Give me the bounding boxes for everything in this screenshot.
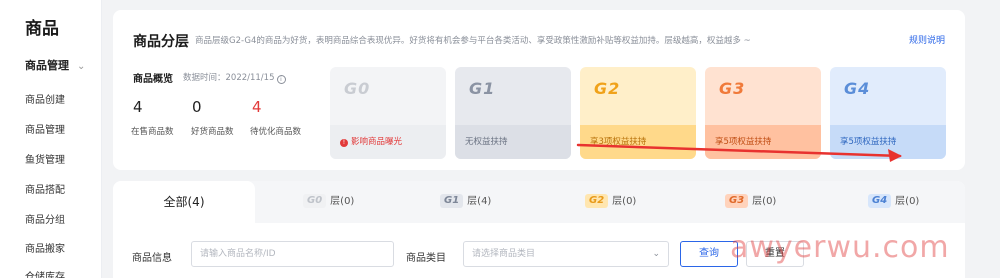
overview-time-text: 数据时间：2022/11/15 bbox=[183, 73, 275, 83]
tier-tabs: 全部(4) G0 层(0) G1 层(4) G2 层(0) G3 层(0) G4 层(0) bbox=[113, 181, 965, 223]
chevron-down-icon: ⌄ bbox=[652, 249, 660, 259]
tier-card-g3[interactable]: G3 享5项权益扶持 bbox=[705, 67, 821, 159]
sidebar-title: 商品 bbox=[25, 19, 59, 39]
tab-badge: G4 bbox=[868, 194, 892, 208]
tab-badge: G2 bbox=[585, 194, 609, 208]
sidebar-item-bundle[interactable]: 商品搭配 bbox=[25, 181, 65, 196]
tier-name: G4 bbox=[844, 79, 871, 98]
stat-good-value: 0 bbox=[192, 98, 202, 116]
tab-label: 层(0) bbox=[895, 196, 920, 207]
sidebar: 商品 商品管理 ⌄ 商品创建 商品管理 鱼货管理 商品搭配 商品分组 商品搬家 仓… bbox=[0, 0, 102, 278]
tab-g4[interactable]: G4 层(0) bbox=[868, 181, 919, 223]
tab-g1[interactable]: G1 层(4) bbox=[440, 181, 491, 223]
overview-time: 数据时间：2022/11/15 i bbox=[183, 71, 286, 84]
category-label: 商品类目 bbox=[406, 253, 446, 264]
tab-badge: G3 bbox=[725, 194, 749, 208]
stat-optimize-value: 4 bbox=[252, 98, 262, 116]
tier-name: G2 bbox=[594, 79, 621, 98]
product-list-card: 全部(4) G0 层(0) G1 层(4) G2 层(0) G3 层(0) G4 层(0)… bbox=[113, 181, 965, 278]
tier-desc: ! 影响商品曝光 bbox=[330, 125, 446, 159]
tier-card-description: 商品层级G2-G4的商品为好货，表明商品综合表现优异。好货将有机会参与平台各类活… bbox=[195, 36, 751, 46]
tier-name: G1 bbox=[469, 79, 496, 98]
tab-g0[interactable]: G0 层(0) bbox=[303, 181, 354, 223]
tier-desc: 享5项权益扶持 bbox=[830, 125, 946, 159]
tier-desc: 享3项权益扶持 bbox=[580, 125, 696, 159]
tier-card-g1[interactable]: G1 无权益扶持 bbox=[455, 67, 571, 159]
sidebar-item-fresh-goods[interactable]: 鱼货管理 bbox=[25, 151, 65, 166]
tab-label: 层(0) bbox=[752, 196, 777, 207]
query-button[interactable]: 查询 bbox=[680, 241, 738, 267]
tab-label: 层(4) bbox=[467, 196, 492, 207]
sidebar-item-create[interactable]: 商品创建 bbox=[25, 91, 65, 106]
tier-name: G0 bbox=[344, 79, 371, 98]
tab-badge: G1 bbox=[440, 194, 464, 208]
sidebar-item-groups[interactable]: 商品分组 bbox=[25, 211, 65, 226]
tier-card-g4[interactable]: G4 享5项权益扶持 bbox=[830, 67, 946, 159]
tier-card: 商品分层 商品层级G2-G4的商品为好货，表明商品综合表现优异。好货将有机会参与… bbox=[113, 10, 965, 170]
stat-onsale-label: 在售商品数 bbox=[131, 127, 174, 137]
tier-card-g2[interactable]: G2 享3项权益扶持 bbox=[580, 67, 696, 159]
tab-all[interactable]: 全部(4) bbox=[113, 181, 255, 223]
sidebar-item-inventory[interactable]: 仓储库存 bbox=[25, 268, 65, 278]
stat-good-label: 好货商品数 bbox=[191, 127, 234, 137]
tab-label: 层(0) bbox=[330, 196, 355, 207]
tab-badge: G0 bbox=[303, 194, 327, 208]
product-info-label: 商品信息 bbox=[132, 253, 172, 264]
tab-label: 层(0) bbox=[612, 196, 637, 207]
sidebar-group-product-management[interactable]: 商品管理 ⌄ bbox=[25, 57, 85, 73]
tier-desc-text: 影响商品曝光 bbox=[351, 137, 403, 147]
reset-button[interactable]: 重置 bbox=[746, 241, 804, 267]
tab-g3[interactable]: G3 层(0) bbox=[725, 181, 776, 223]
product-info-input[interactable]: 请输入商品名称/ID bbox=[191, 241, 394, 267]
category-select[interactable]: 请选择商品类目 ⌄ bbox=[463, 241, 669, 267]
product-info-placeholder: 请输入商品名称/ID bbox=[200, 249, 276, 259]
tier-card-title: 商品分层 bbox=[133, 34, 189, 50]
stat-optimize-label: 待优化商品数 bbox=[250, 127, 302, 137]
chevron-down-icon: ⌄ bbox=[77, 61, 86, 72]
stat-onsale-value: 4 bbox=[133, 98, 143, 116]
sidebar-item-manage[interactable]: 商品管理 bbox=[25, 121, 65, 136]
tier-name: G3 bbox=[719, 79, 746, 98]
sidebar-group-label: 商品管理 bbox=[25, 59, 69, 72]
tier-desc: 享5项权益扶持 bbox=[705, 125, 821, 159]
tab-g2[interactable]: G2 层(0) bbox=[585, 181, 636, 223]
warning-icon: ! bbox=[340, 139, 348, 147]
rules-link[interactable]: 规则说明 bbox=[909, 33, 945, 46]
tier-card-g0[interactable]: G0 ! 影响商品曝光 bbox=[330, 67, 446, 159]
category-placeholder: 请选择商品类目 bbox=[472, 249, 536, 259]
info-icon[interactable]: i bbox=[276, 75, 286, 84]
overview-title: 商品概览 bbox=[133, 74, 173, 85]
tier-desc: 无权益扶持 bbox=[455, 125, 571, 159]
sidebar-item-migrate[interactable]: 商品搬家 bbox=[25, 240, 65, 255]
